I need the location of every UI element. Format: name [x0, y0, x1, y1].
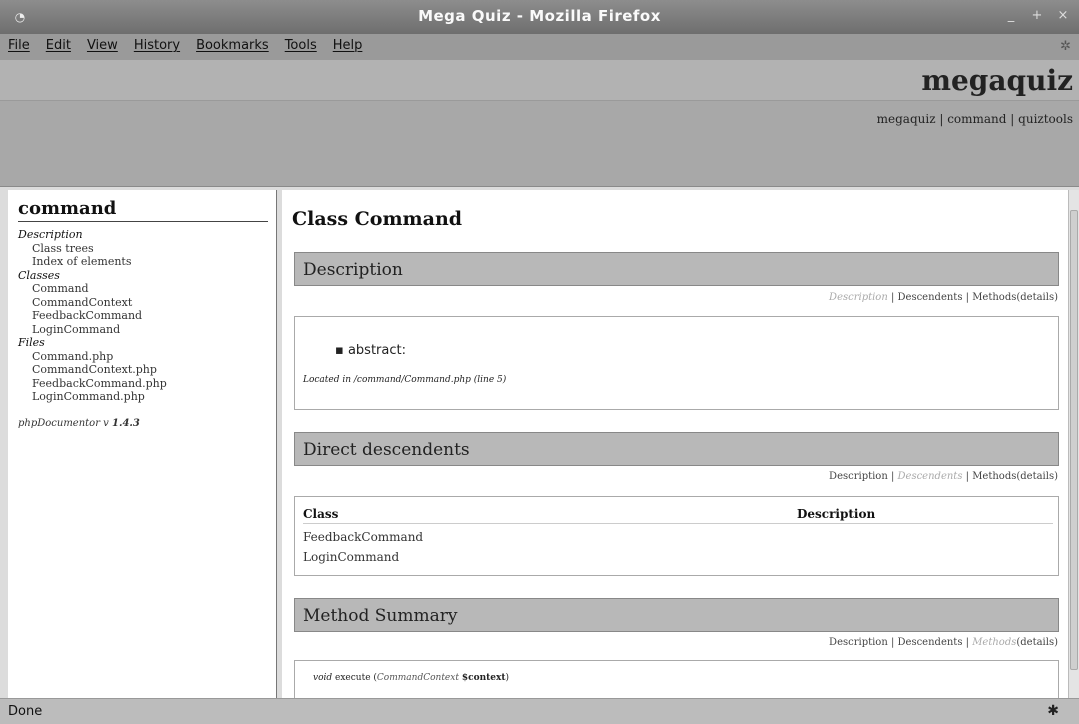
- nav-link-class-trees[interactable]: Class trees: [18, 242, 276, 256]
- window-titlebar: ◔ Mega Quiz - Mozilla Firefox _ + ×: [0, 0, 1079, 34]
- table-header: Class Description: [303, 507, 1053, 524]
- menu-view[interactable]: View: [87, 38, 118, 53]
- package-links: megaquiz | command | quiztools: [876, 112, 1073, 126]
- window-controls: _ + ×: [1003, 8, 1071, 23]
- nav-details-link[interactable]: (details): [1016, 471, 1058, 482]
- abstract-item: ▪ abstract:: [335, 343, 406, 358]
- nav-description-link[interactable]: Description: [829, 471, 888, 482]
- package-title: command: [18, 198, 268, 222]
- maximize-button[interactable]: +: [1029, 8, 1045, 23]
- menu-history[interactable]: History: [134, 38, 180, 53]
- scrollbar-thumb[interactable]: [1070, 210, 1078, 670]
- bullet-icon: ▪: [335, 343, 348, 358]
- nav-description-current: Description: [829, 292, 888, 303]
- nav-descendents-current: Descendents: [897, 471, 963, 482]
- generator-credit: phpDocumentor v 1.4.3: [18, 418, 276, 429]
- nav-link-commandcontext-php[interactable]: CommandContext.php: [18, 363, 276, 377]
- param-name: $context: [461, 673, 506, 683]
- section-header-descendents: Direct descendents: [294, 432, 1059, 466]
- nav-link-index-of-elements[interactable]: Index of elements: [18, 255, 276, 269]
- nav-link-logincommand-php[interactable]: LoginCommand.php: [18, 390, 276, 404]
- menu-help[interactable]: Help: [333, 38, 363, 53]
- nav-details-link[interactable]: (details): [1016, 637, 1058, 648]
- descendents-box: Class Description FeedbackCommand LoginC…: [294, 496, 1059, 576]
- class-title: Class Command: [292, 208, 463, 230]
- header-strip: [0, 60, 1079, 101]
- section-header-methods: Method Summary: [294, 598, 1059, 632]
- brand-title: megaquiz: [921, 64, 1073, 97]
- menu-tools[interactable]: Tools: [285, 38, 317, 53]
- minimize-button[interactable]: _: [1003, 8, 1019, 23]
- nav-link-command-php[interactable]: Command.php: [18, 350, 276, 364]
- method-name[interactable]: execute: [335, 673, 371, 683]
- vertical-scrollbar[interactable]: [1068, 190, 1079, 698]
- table-row-feedbackcommand[interactable]: FeedbackCommand: [303, 530, 1053, 544]
- return-type: void: [313, 673, 333, 683]
- menu-edit[interactable]: Edit: [46, 38, 71, 53]
- menu-bar: File Edit View History Bookmarks Tools H…: [0, 34, 1079, 60]
- link-command[interactable]: command: [947, 112, 1006, 126]
- menu-bookmarks[interactable]: Bookmarks: [196, 38, 269, 53]
- throbber-icon: ✲: [1060, 39, 1071, 54]
- nav-list: Description Class trees Index of element…: [18, 228, 276, 404]
- method-signature[interactable]: void execute (CommandContext $context): [313, 673, 509, 683]
- link-megaquiz[interactable]: megaquiz: [877, 112, 936, 126]
- status-bar: Done ✱: [0, 698, 1079, 724]
- section-header-description: Description: [294, 252, 1059, 286]
- left-nav-pane: command Description Class trees Index of…: [8, 190, 277, 698]
- description-box: ▪ abstract: Located in /command/Command.…: [294, 316, 1059, 410]
- col-description-header: Description: [797, 507, 876, 521]
- content-pane: Class Command Description Description | …: [282, 190, 1068, 698]
- methods-box: void execute (CommandContext $context): [294, 660, 1059, 698]
- status-text: Done: [8, 704, 43, 719]
- nav-methods-link[interactable]: Methods: [972, 471, 1016, 482]
- descendents-table: Class Description FeedbackCommand LoginC…: [303, 507, 1053, 564]
- nav-link-logincommand[interactable]: LoginCommand: [18, 323, 276, 337]
- section-nav-descendents: Description | Descendents | Methods(deta…: [829, 471, 1058, 482]
- nav-link-feedbackcommand-php[interactable]: FeedbackCommand.php: [18, 377, 276, 391]
- param-type[interactable]: CommandContext: [377, 673, 459, 683]
- nav-section-classes: Classes: [18, 268, 60, 282]
- generator-label[interactable]: phpDocumentor v: [18, 418, 109, 429]
- link-quiztools[interactable]: quiztools: [1018, 112, 1073, 126]
- nav-description-link[interactable]: Description: [829, 637, 888, 648]
- nav-methods-current: Methods: [972, 637, 1017, 648]
- nav-section-files: Files: [18, 336, 45, 349]
- nav-link-command[interactable]: Command: [18, 282, 276, 296]
- bug-icon[interactable]: ✱: [1047, 703, 1059, 719]
- col-class-header: Class: [303, 507, 339, 521]
- close-button[interactable]: ×: [1055, 8, 1071, 23]
- nav-descendents-link[interactable]: Descendents: [898, 637, 963, 648]
- nav-methods-link[interactable]: Methods: [972, 292, 1016, 303]
- window-title: Mega Quiz - Mozilla Firefox: [418, 7, 661, 25]
- nav-section-description: Description: [18, 228, 83, 241]
- section-nav-description: Description | Descendents | Methods(deta…: [829, 292, 1058, 303]
- nav-details-link[interactable]: (details): [1016, 292, 1058, 303]
- located-in-text: Located in /command/Command.php (line 5): [303, 375, 507, 385]
- menu-file[interactable]: File: [8, 38, 30, 53]
- nav-link-commandcontext[interactable]: CommandContext: [18, 296, 276, 310]
- nav-descendents-link[interactable]: Descendents: [898, 292, 963, 303]
- table-row-logincommand[interactable]: LoginCommand: [303, 550, 1053, 564]
- nav-link-feedbackcommand[interactable]: FeedbackCommand: [18, 309, 276, 323]
- page-header: megaquiz megaquiz | command | quiztools: [0, 60, 1079, 187]
- section-nav-methods: Description | Descendents | Methods(deta…: [829, 637, 1058, 648]
- generator-version: 1.4.3: [112, 417, 140, 429]
